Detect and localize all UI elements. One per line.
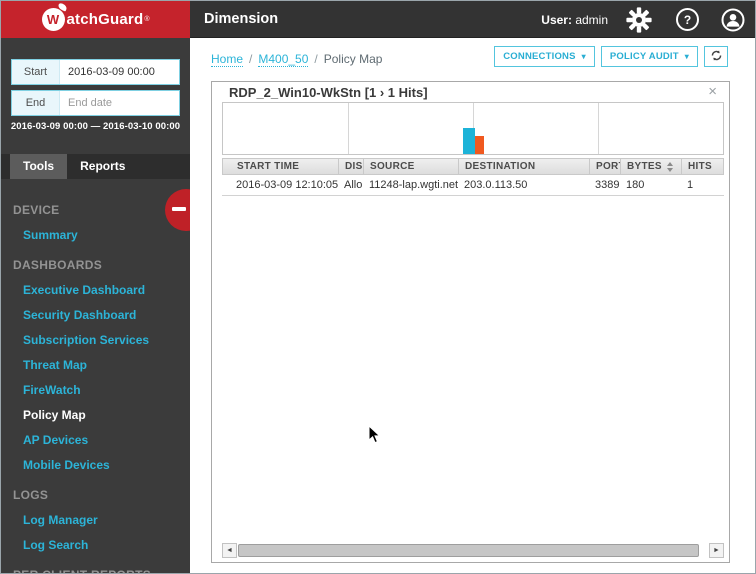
cell-hits: 1 — [687, 179, 694, 191]
top-bar: Dimension User: admin ? — [190, 1, 755, 38]
close-icon[interactable]: × — [708, 83, 717, 100]
settings-gear-icon[interactable] — [626, 6, 652, 33]
sidebar-item-security-dashboard[interactable]: Security Dashboard — [1, 303, 190, 328]
tab-tools[interactable]: Tools — [10, 154, 68, 179]
hits-bar-orange — [475, 136, 484, 154]
table-header-row: START TIMEDISPOSOURCEDESTINATIONPORTBYTE… — [222, 158, 724, 175]
sidebar-item-threat-map[interactable]: Threat Map — [1, 353, 190, 378]
sidebar-item-policy-map[interactable]: Policy Map — [1, 403, 190, 428]
hits-bar-teal — [463, 128, 475, 154]
breadcrumb: Home / M400_50 / Policy Map — [211, 52, 382, 67]
watchguard-logo-mark-icon: W — [41, 2, 68, 31]
logo-flame-icon — [56, 2, 68, 12]
cell-port: 3389 — [595, 179, 620, 191]
breadcrumb-m400-50[interactable]: M400_50 — [258, 52, 309, 67]
cell-bytes: 180 — [626, 179, 645, 191]
watchguard-logo-text: atchGuard — [66, 11, 144, 28]
help-icon[interactable]: ? — [676, 8, 699, 31]
refresh-button[interactable] — [704, 46, 728, 67]
column-header-bytes[interactable]: BYTES — [621, 159, 682, 174]
minus-icon — [172, 207, 186, 211]
sidebar-item-mobile-devices[interactable]: Mobile Devices — [1, 453, 190, 478]
scroll-right-arrow[interactable]: ► — [709, 543, 724, 558]
chevron-down-icon: ▾ — [684, 52, 689, 61]
registered-mark: ® — [144, 16, 150, 23]
date-range-text: 2016-03-09 00:00 — 2016-03-10 00:00 — [10, 121, 181, 132]
breadcrumb-home[interactable]: Home — [211, 52, 244, 67]
sidebar-item-executive-dashboard[interactable]: Executive Dashboard — [1, 278, 190, 303]
column-header-start-time[interactable]: START TIME — [223, 159, 339, 174]
chevron-down-icon: ▾ — [581, 52, 586, 61]
column-header-source[interactable]: SOURCE — [364, 159, 459, 174]
toolbar: CONNECTIONS ▾ POLICY AUDIT ▾ — [494, 46, 728, 67]
horizontal-scrollbar: ◄ ► — [222, 543, 724, 558]
watchguard-logo[interactable]: W atchGuard ® — [1, 1, 190, 38]
account-icon[interactable] — [721, 8, 745, 32]
cell-source: 11248-lap.wgti.net — [369, 179, 458, 191]
breadcrumb-separator: / — [314, 52, 318, 66]
cell-destination: 203.0.113.50 — [464, 179, 528, 191]
scroll-left-arrow[interactable]: ◄ — [222, 543, 237, 558]
nav-section-logs: LOGS — [13, 488, 49, 502]
sidebar-item-log-manager[interactable]: Log Manager — [1, 508, 190, 533]
table-body: 2016-03-09 12:10:05 Allo... 11248-lap.wgti… — [222, 175, 724, 196]
policy-audit-button[interactable]: POLICY AUDIT ▾ — [600, 46, 698, 67]
connections-button[interactable]: CONNECTIONS ▾ — [494, 46, 595, 67]
sidebar-item-ap-devices[interactable]: AP Devices — [1, 428, 190, 453]
sidebar-item-summary[interactable]: Summary — [1, 223, 190, 248]
table-row[interactable]: 2016-03-09 12:10:05 Allo... 11248-lap.wgti… — [222, 175, 724, 196]
sidebar-nav: DEVICE Summary DASHBOARDS Executive Dashboa… — [1, 179, 190, 573]
column-header-destination[interactable]: DESTINATION — [459, 159, 590, 174]
connections-table: START TIMEDISPOSOURCEDESTINATIONPORTBYTE… — [222, 158, 724, 196]
refresh-icon — [710, 49, 723, 65]
end-date-label: End — [12, 91, 60, 115]
end-date-input[interactable]: End date — [60, 91, 179, 115]
sidebar-tab-strip: Tools Reports — [1, 154, 190, 179]
column-header-port[interactable]: PORT — [590, 159, 621, 174]
hits-chart — [222, 102, 724, 155]
column-header-hits[interactable]: HITS — [682, 159, 723, 174]
start-date-field: Start 2016-03-09 00:00 — [11, 59, 180, 85]
breadcrumb-separator: / — [249, 52, 253, 66]
start-date-label: Start — [12, 60, 60, 84]
chart-gridline — [598, 103, 599, 154]
policy-detail-panel: RDP_2_Win10-WkStn [1 › 1 Hits] × START T… — [211, 81, 730, 563]
sidebar-item-log-search[interactable]: Log Search — [1, 533, 190, 558]
column-header-dispo[interactable]: DISPO — [339, 159, 364, 174]
end-date-field: End End date — [11, 90, 180, 116]
nav-section-per-client-reports: PER CLIENT REPORTS — [1, 563, 190, 573]
panel-title: RDP_2_Win10-WkStn [1 › 1 Hits] — [229, 85, 428, 100]
sidebar-item-subscription-services[interactable]: Subscription Services — [1, 328, 190, 353]
nav-section-dashboards: DASHBOARDS — [13, 258, 103, 272]
nav-section-device: DEVICE — [13, 203, 60, 217]
start-date-input[interactable]: 2016-03-09 00:00 — [60, 60, 179, 84]
app-title: Dimension — [204, 11, 279, 27]
sidebar: Start 2016-03-09 00:00 End End date 2016… — [1, 38, 190, 573]
scrollbar-thumb[interactable] — [238, 544, 699, 557]
chart-gridline — [348, 103, 349, 154]
sidebar-item-firewatch[interactable]: FireWatch — [1, 378, 190, 403]
sort-icon — [666, 161, 673, 172]
breadcrumb-policy-map: Policy Map — [323, 52, 383, 66]
cell-dispo: Allo... — [344, 179, 363, 191]
logged-in-user: User: admin — [541, 12, 608, 27]
watchguard-dimension-window: W atchGuard ® Dimension User: admin ? St… — [0, 0, 756, 574]
scrollbar-track[interactable] — [237, 543, 709, 558]
tab-reports[interactable]: Reports — [67, 154, 138, 179]
cell-start-time: 2016-03-09 12:10:05 — [236, 179, 338, 191]
